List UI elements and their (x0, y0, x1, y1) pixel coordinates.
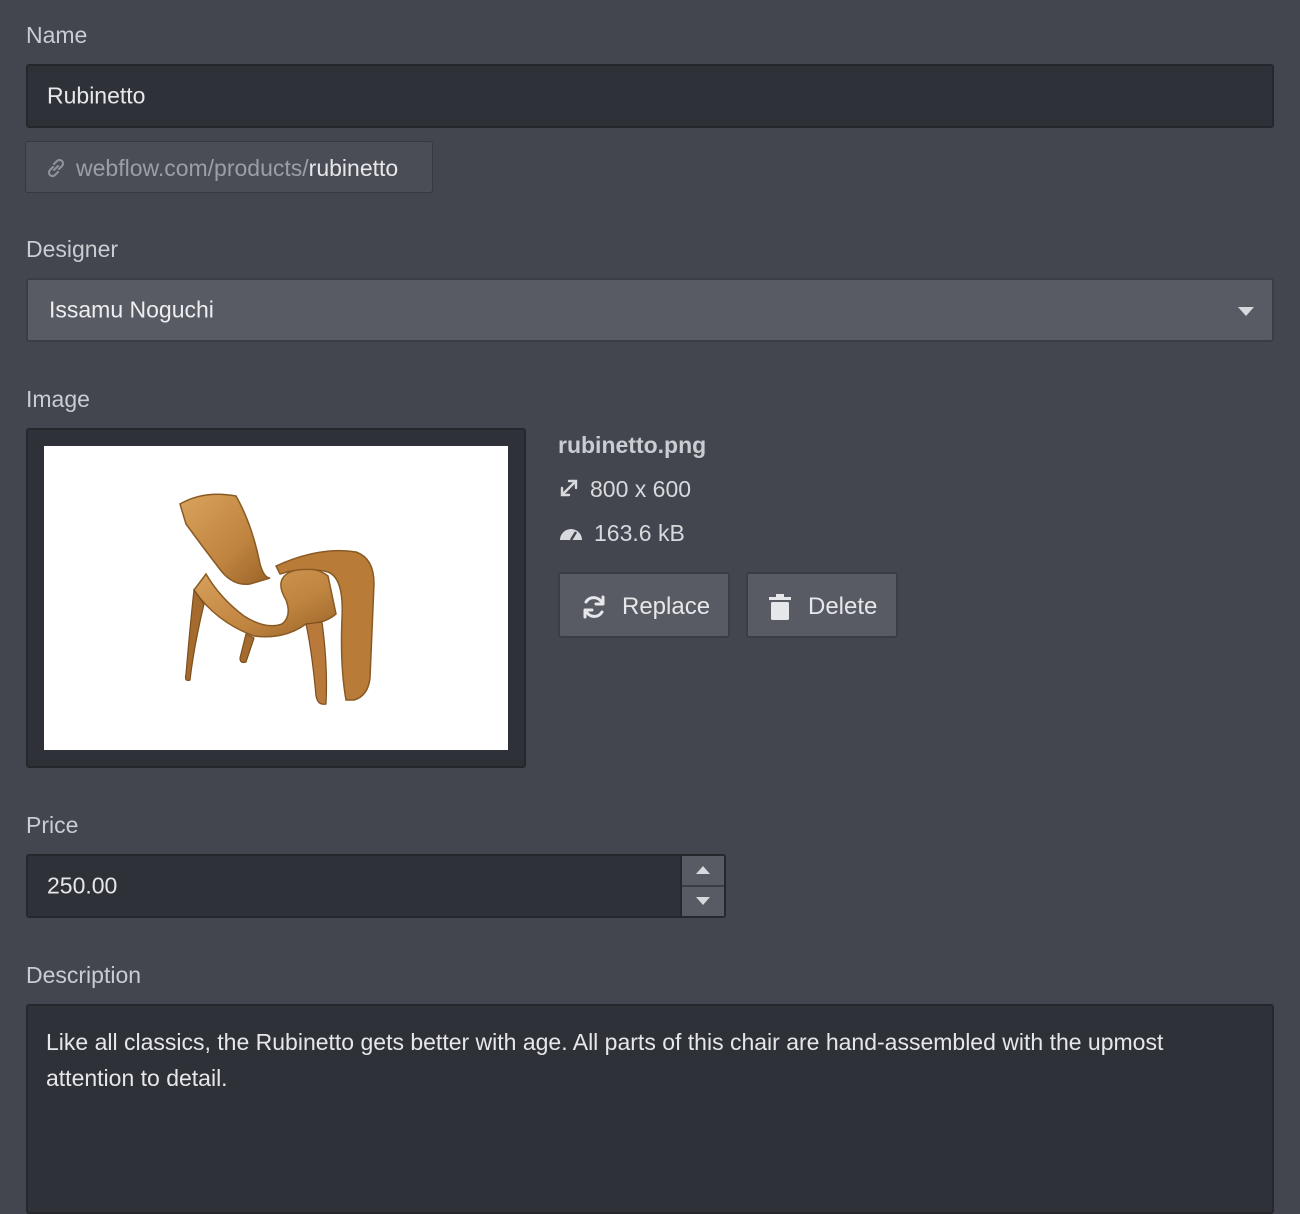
resize-icon (558, 477, 580, 505)
trash-icon (768, 593, 792, 628)
delete-button[interactable]: Delete (746, 572, 898, 638)
image-file-size: 163.6 kB (558, 520, 685, 548)
designer-select[interactable]: Issamu Noguchi (26, 278, 1274, 342)
slug-prefix: webflow.com/products/ (76, 155, 309, 181)
slug-value: rubinetto (308, 155, 399, 181)
replace-button[interactable]: Replace (558, 572, 730, 638)
image-preview (26, 428, 526, 768)
designer-label: Designer (26, 236, 119, 262)
delete-label: Delete (808, 593, 878, 620)
name-input[interactable]: Rubinetto (26, 64, 1274, 128)
caret-down-icon (1238, 307, 1254, 316)
link-icon (44, 156, 68, 186)
file-name: rubinetto.png (558, 432, 707, 458)
image-dimensions: 800 x 600 (558, 476, 691, 505)
description-textarea[interactable]: Like all classics, the Rubinetto gets be… (26, 1004, 1274, 1214)
description-label: Description (26, 962, 142, 988)
file-size-value: 163.6 kB (594, 520, 685, 546)
increment-button[interactable] (682, 856, 724, 887)
price-stepper[interactable] (680, 856, 724, 916)
image-label: Image (26, 386, 90, 412)
designer-value: Issamu Noguchi (49, 296, 214, 323)
price-value: 250.00 (47, 872, 118, 899)
arrow-down-icon (696, 897, 710, 905)
arrow-up-icon (696, 866, 710, 874)
slug-link[interactable]: webflow.com/products/rubinetto (25, 141, 433, 193)
dimensions-value: 800 x 600 (590, 476, 692, 502)
gauge-icon (558, 521, 584, 548)
refresh-icon (580, 593, 608, 628)
name-label: Name (26, 22, 88, 48)
image-canvas (44, 446, 508, 750)
name-value: Rubinetto (47, 82, 146, 109)
price-input[interactable]: 250.00 (26, 854, 726, 918)
price-label: Price (26, 812, 79, 838)
chair-image (179, 493, 375, 705)
decrement-button[interactable] (682, 887, 724, 916)
replace-label: Replace (622, 593, 711, 620)
